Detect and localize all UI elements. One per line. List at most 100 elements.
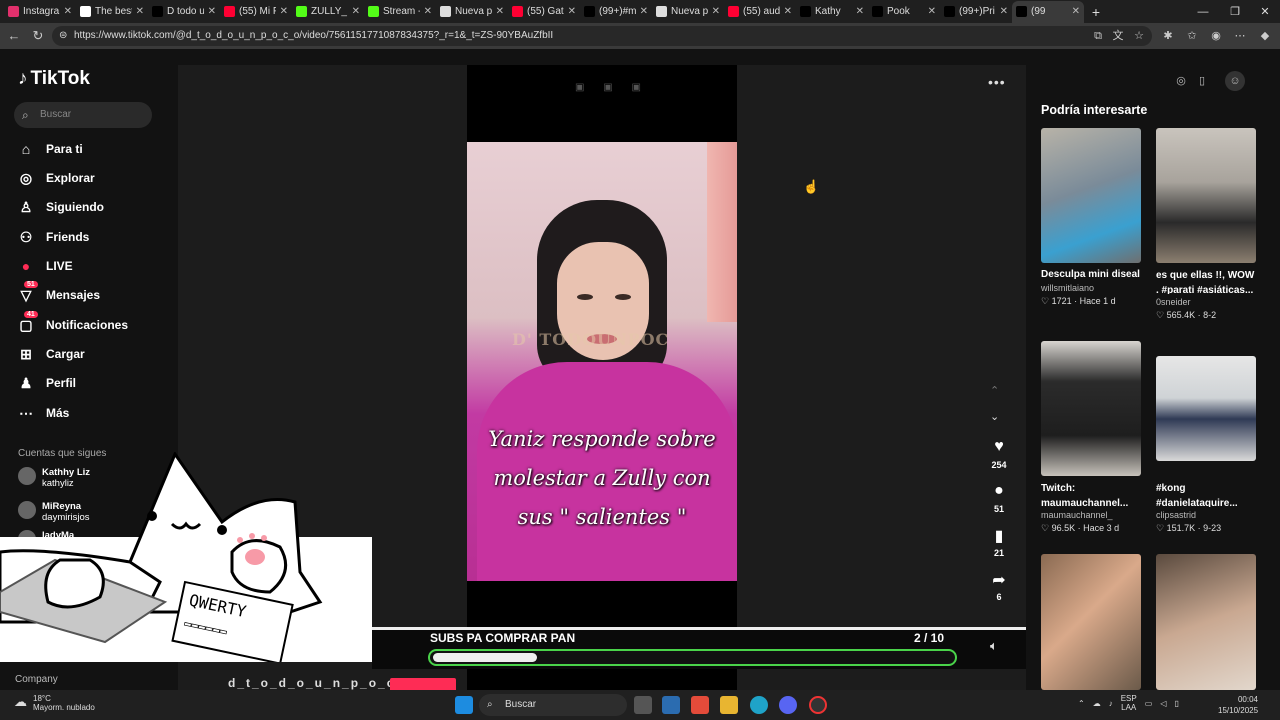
tab-close-icon[interactable]: ✕ — [568, 6, 576, 17]
tab-close-icon[interactable]: ✕ — [640, 6, 648, 17]
bookmark-icon[interactable]: ▮ — [986, 526, 1012, 546]
tab-close-icon[interactable]: ✕ — [928, 6, 936, 17]
chevron-up-icon[interactable]: ⌃ — [990, 384, 999, 397]
suggestion-author[interactable]: maumauchannel_ — [1041, 510, 1141, 520]
translate-icon[interactable]: 文 — [1110, 28, 1126, 44]
follow-button[interactable] — [390, 678, 456, 690]
sidebar-item-más[interactable]: ⋯ Más — [18, 402, 69, 424]
suggestion-author[interactable]: clipsastrid — [1156, 510, 1256, 520]
sidebar-item-notificaciones[interactable]: ▢ 41 Notificaciones — [18, 311, 128, 336]
tab-close-icon[interactable]: ✕ — [136, 6, 144, 17]
tab-close-icon[interactable]: ✕ — [856, 6, 864, 17]
discord-icon[interactable] — [779, 696, 797, 714]
suggestion-title[interactable]: es que ellas !!, WOW . #parati #asiática… — [1156, 268, 1256, 294]
share-action[interactable]: ➦ 6 — [986, 570, 1012, 602]
suggestion-thumbnail[interactable] — [1041, 128, 1141, 263]
suggestion-thumbnail[interactable] — [1041, 341, 1141, 476]
mic-icon[interactable]: ♪ — [1109, 699, 1113, 708]
suggestion-author[interactable]: willsmitlaiano — [1041, 283, 1141, 293]
store-icon[interactable] — [662, 696, 680, 714]
suggestion-card[interactable]: Twitch: maumauchannel... maumauchannel_ … — [1041, 341, 1141, 534]
suggestion-card[interactable] — [1041, 554, 1141, 690]
browser-tab[interactable]: (55) Mi P ✕ — [220, 1, 292, 23]
chevron-down-icon[interactable]: ⌄ — [990, 410, 999, 423]
sidebar-item-live[interactable]: ● LIVE — [18, 255, 73, 277]
browser-tab[interactable]: Nueva p ✕ — [436, 1, 508, 23]
sidebar-item-para-ti[interactable]: ⌂ Para ti — [18, 138, 83, 160]
tab-close-icon[interactable]: ✕ — [352, 6, 360, 17]
profile-avatar-icon[interactable]: ◉ — [1208, 28, 1224, 44]
video-player[interactable]: D' TODOUNPOC Yaniz responde sobre molest… — [467, 142, 737, 581]
tab-close-icon[interactable]: ✕ — [784, 6, 792, 17]
suggestion-thumbnail[interactable] — [1156, 128, 1256, 263]
comment-action[interactable]: ● 51 — [986, 482, 1012, 514]
browser-tab[interactable]: Nueva p ✕ — [652, 1, 724, 23]
maximize-button[interactable]: ❐ — [1218, 0, 1252, 23]
language-indicator[interactable]: ESP LAA — [1121, 694, 1137, 712]
device-icon[interactable]: ▯ — [1192, 71, 1212, 91]
author-name[interactable]: d_t_o_d_o_u_n_p_o_c_o — [228, 676, 413, 690]
heart-icon[interactable]: ♥ — [986, 438, 1012, 458]
clock[interactable]: 00:04 15/10/2025 — [1218, 694, 1258, 716]
cloud-tray-icon[interactable]: ☁ — [1093, 699, 1101, 708]
browser-tab[interactable]: The best ✕ — [76, 1, 148, 23]
close-window-button[interactable]: ✕ — [1248, 0, 1280, 23]
tab-close-icon[interactable]: ✕ — [424, 6, 432, 17]
suggestion-thumbnail[interactable] — [1156, 356, 1256, 461]
extensions-icon[interactable]: ✱ — [1160, 28, 1176, 44]
sidebar-item-mensajes[interactable]: ▽ 51 Mensajes — [18, 281, 100, 306]
browser-tab[interactable]: ZULLY_ ✕ — [292, 1, 364, 23]
suggestion-card[interactable]: Desculpa mini diseal willsmitlaiano ♡ 17… — [1041, 128, 1141, 307]
copilot-app-icon[interactable] — [691, 696, 709, 714]
tab-close-icon[interactable]: ✕ — [712, 6, 720, 17]
tab-close-icon[interactable]: ✕ — [208, 6, 216, 17]
weather-widget[interactable]: ☁ 18°C Mayorm. nublado — [14, 694, 95, 712]
open-in-app-icon[interactable]: ⧉ — [1090, 28, 1106, 44]
suggestion-thumbnail[interactable] — [1041, 554, 1141, 690]
suggestion-title[interactable]: Desculpa mini diseal — [1041, 269, 1141, 280]
tab-close-icon[interactable]: ✕ — [1072, 6, 1080, 17]
minimize-button[interactable]: — — [1186, 0, 1220, 23]
tab-close-icon[interactable]: ✕ — [64, 6, 72, 17]
sidebar-item-explorar[interactable]: ◎ Explorar — [18, 167, 95, 189]
back-button[interactable]: ← — [4, 27, 24, 45]
comment-icon[interactable]: ● — [986, 482, 1012, 502]
search-input[interactable]: ⌕ Buscar — [14, 102, 152, 128]
video-toolbar-icons[interactable]: ▣ ▣ ▣ — [575, 82, 649, 93]
user-avatar-icon[interactable]: ☺ — [1225, 71, 1245, 91]
browser-tab[interactable]: Pook ✕ — [868, 1, 940, 23]
new-tab-button[interactable]: + — [1084, 4, 1108, 20]
more-options-icon[interactable]: ••• — [988, 74, 1006, 90]
browser-tab[interactable]: (99+)Pri ✕ — [940, 1, 1012, 23]
file-explorer-icon[interactable] — [720, 696, 738, 714]
address-bar[interactable]: ⊜ https://www.tiktok.com/@d_t_o_d_o_u_n_… — [52, 26, 1152, 46]
suggestion-card[interactable]: #kong #danielataquire... clipsastrid ♡ 1… — [1156, 356, 1256, 534]
edge-browser-icon[interactable] — [750, 696, 768, 714]
suggestion-card[interactable] — [1156, 554, 1256, 690]
tiktok-logo[interactable]: ♪ TikTok — [18, 68, 90, 90]
obs-icon[interactable] — [809, 696, 827, 714]
sidebar-item-siguiendo[interactable]: ♙ Siguiendo — [18, 196, 104, 218]
menu-dots-icon[interactable]: ⋯ — [1232, 28, 1248, 44]
browser-tab[interactable]: (55) aud ✕ — [724, 1, 796, 23]
site-info-icon[interactable]: ⊜ — [59, 26, 67, 46]
like-action[interactable]: ♥ 254 — [986, 438, 1012, 470]
tray-chevron-icon[interactable]: ⌃ — [1078, 699, 1085, 708]
compass-icon[interactable]: ◎ — [1171, 71, 1191, 91]
speaker-icon[interactable]: ◁ — [1160, 699, 1166, 708]
start-button[interactable] — [455, 696, 473, 714]
sidebar-item-friends[interactable]: ⚇ Friends — [18, 226, 90, 248]
browser-tab[interactable]: (99 ✕ — [1012, 0, 1084, 23]
sidebar-item-perfil[interactable]: ♟ Perfil — [18, 372, 76, 394]
company-link[interactable]: Company — [15, 674, 58, 685]
save-action[interactable]: ▮ 21 — [986, 526, 1012, 558]
suggestion-title[interactable]: #kong #danielataquire... — [1156, 481, 1256, 507]
browser-tab[interactable]: (55) Gat ✕ — [508, 1, 580, 23]
tab-close-icon[interactable]: ✕ — [1000, 6, 1008, 17]
taskbar-search[interactable]: ⌕ Buscar — [479, 694, 627, 716]
reload-button[interactable]: ↻ — [28, 27, 48, 45]
suggestion-author[interactable]: 0sneider — [1156, 297, 1256, 307]
share-icon[interactable]: ➦ — [986, 570, 1012, 590]
battery-icon[interactable]: ▯ — [1174, 699, 1178, 708]
task-view-icon[interactable] — [634, 696, 652, 714]
